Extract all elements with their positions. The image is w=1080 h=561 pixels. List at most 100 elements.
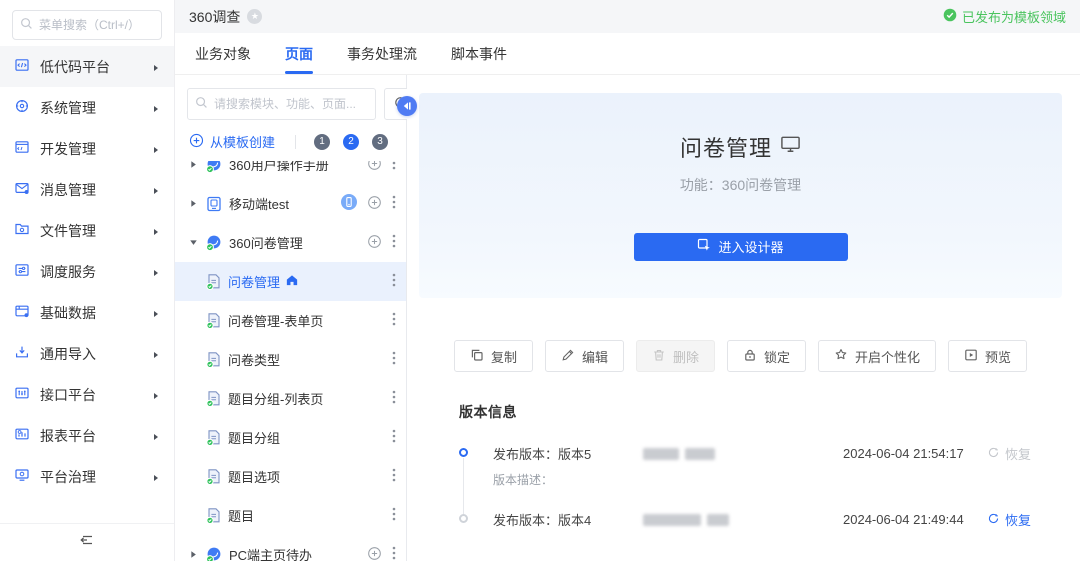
- kebab-menu-icon[interactable]: [392, 234, 396, 251]
- delete-label: 删除: [673, 347, 699, 366]
- kebab-menu-icon[interactable]: [392, 195, 396, 212]
- tree-node-module[interactable]: PC端主页待办: [175, 535, 406, 561]
- check-circle-icon: [943, 8, 957, 25]
- tree-node-page[interactable]: 题目选项: [175, 457, 406, 496]
- lock-button[interactable]: 锁定: [727, 340, 806, 372]
- step-badge-3[interactable]: 3: [372, 134, 388, 150]
- tree-search-input[interactable]: [187, 88, 376, 120]
- tree-node-page[interactable]: 题目分组: [175, 418, 406, 457]
- tree-node-label: PC端主页待办: [229, 545, 312, 561]
- enter-designer-button[interactable]: 进入设计器: [634, 233, 848, 261]
- tree-node-module[interactable]: 移动端test: [175, 184, 406, 223]
- add-page-icon[interactable]: [367, 161, 382, 174]
- restore-button-disabled[interactable]: 恢复: [987, 444, 1031, 463]
- sidebar-item-lowcode[interactable]: 低代码平台: [0, 46, 174, 87]
- tab-transaction-flow[interactable]: 事务处理流: [347, 33, 417, 74]
- step-badge-2[interactable]: 2: [343, 134, 359, 150]
- tab-script-event[interactable]: 脚本事件: [451, 33, 507, 74]
- chevron-right-icon: [152, 100, 160, 116]
- sidebar-item-report[interactable]: 报表平台: [0, 415, 174, 456]
- edit-button[interactable]: 编辑: [545, 340, 624, 372]
- sidebar-item-governance[interactable]: 平台治理: [0, 456, 174, 497]
- sidebar-item-dev[interactable]: 开发管理: [0, 128, 174, 169]
- tab-business-object[interactable]: 业务对象: [195, 33, 251, 74]
- create-from-template-button[interactable]: 从模板创建: [189, 132, 275, 151]
- kebab-menu-icon[interactable]: [392, 546, 396, 561]
- message-icon: [14, 180, 30, 199]
- caret-right-icon[interactable]: [187, 199, 199, 208]
- sidebar-footer: [0, 523, 174, 561]
- tree-node-module[interactable]: 360问卷管理: [175, 223, 406, 262]
- step-badges: 1 2 3: [314, 134, 388, 150]
- menu-search-input[interactable]: [12, 10, 162, 40]
- publish-status: 已发布为模板领域: [943, 7, 1066, 26]
- kebab-menu-icon[interactable]: [392, 429, 396, 446]
- page-hero: 问卷管理 功能：360问卷管理 进入设计器: [419, 93, 1062, 298]
- star-badge-icon[interactable]: ★: [247, 9, 262, 24]
- sidebar-item-system[interactable]: 系统管理: [0, 87, 174, 128]
- caret-down-icon[interactable]: [187, 238, 199, 247]
- domain-tab-title[interactable]: 360调查: [189, 7, 240, 27]
- sidebar-item-message[interactable]: 消息管理: [0, 169, 174, 210]
- caret-right-icon[interactable]: [187, 550, 199, 559]
- tree-list: 360用户操作手册 移动端test: [175, 161, 406, 561]
- add-page-icon[interactable]: [367, 195, 382, 213]
- tree-node-module[interactable]: 360用户操作手册: [175, 161, 406, 184]
- tree-node-label: 题目选项: [228, 467, 280, 486]
- restore-button[interactable]: 恢复: [987, 510, 1031, 529]
- kebab-menu-icon[interactable]: [392, 507, 396, 524]
- tree-node-page-selected[interactable]: 问卷管理: [175, 262, 406, 301]
- menu-search: [12, 10, 162, 40]
- sidebar-item-file[interactable]: 文件管理: [0, 210, 174, 251]
- add-page-icon[interactable]: [367, 546, 382, 561]
- kebab-menu-icon[interactable]: [392, 390, 396, 407]
- delete-button[interactable]: 删除: [636, 340, 715, 372]
- copy-icon: [470, 348, 484, 365]
- sidebar-item-import[interactable]: 通用导入: [0, 333, 174, 374]
- import-icon: [14, 344, 30, 363]
- kebab-menu-icon[interactable]: [392, 273, 396, 290]
- publish-status-label: 已发布为模板领域: [962, 7, 1066, 26]
- chevron-right-icon: [152, 346, 160, 362]
- version-entry: 发布版本：版本4 2024-06-04 21:49:44 恢复: [459, 510, 1062, 529]
- step-badge-1[interactable]: 1: [314, 134, 330, 150]
- sidebar-item-label: 文件管理: [40, 221, 96, 241]
- module-icon: [205, 161, 223, 174]
- version-description-label: 版本描述：: [493, 471, 1062, 488]
- sidebar-item-schedule[interactable]: 调度服务: [0, 251, 174, 292]
- preview-button[interactable]: 预览: [948, 340, 1027, 372]
- kebab-menu-icon[interactable]: [392, 312, 396, 329]
- schedule-icon: [14, 262, 30, 281]
- kebab-menu-icon[interactable]: [392, 468, 396, 485]
- tab-page[interactable]: 页面: [285, 33, 313, 74]
- tree-node-page[interactable]: 题目: [175, 496, 406, 535]
- tree-node-page[interactable]: 题目分组-列表页: [175, 379, 406, 418]
- tree-node-page[interactable]: 问卷管理-表单页: [175, 301, 406, 340]
- kebab-menu-icon[interactable]: [392, 161, 396, 173]
- kebab-menu-icon[interactable]: [392, 351, 396, 368]
- sidebar-item-api[interactable]: 接口平台: [0, 374, 174, 415]
- search-icon: [20, 17, 33, 35]
- add-page-icon[interactable]: [367, 234, 382, 252]
- tree-node-page[interactable]: 问卷类型: [175, 340, 406, 379]
- page-icon: [205, 429, 222, 446]
- version-author-redacted: [643, 448, 843, 460]
- version-info-section: 版本信息 发布版本：版本5 2024-06-04 21:: [419, 402, 1062, 529]
- caret-right-icon[interactable]: [187, 161, 199, 169]
- trash-icon: [652, 348, 666, 365]
- copy-button[interactable]: 复制: [454, 340, 533, 372]
- redacted-text: [643, 514, 701, 526]
- home-icon: [286, 274, 298, 289]
- chevron-right-icon: [152, 469, 160, 485]
- sidebar-item-label: 消息管理: [40, 180, 96, 200]
- version-date: 2024-06-04 21:49:44: [843, 512, 973, 527]
- topbar: 360调查 ★ 已发布为模板领域: [175, 0, 1080, 33]
- module-icon: [205, 546, 223, 561]
- personalize-button[interactable]: 开启个性化: [818, 340, 936, 372]
- sidebar-item-basedata[interactable]: 基础数据: [0, 292, 174, 333]
- version-title: 发布版本：版本4: [493, 510, 643, 529]
- personalize-label: 开启个性化: [855, 347, 920, 366]
- collapse-sidebar-icon[interactable]: [78, 532, 96, 553]
- collapse-tree-toggle[interactable]: [397, 96, 417, 116]
- timeline-dot: [459, 514, 468, 523]
